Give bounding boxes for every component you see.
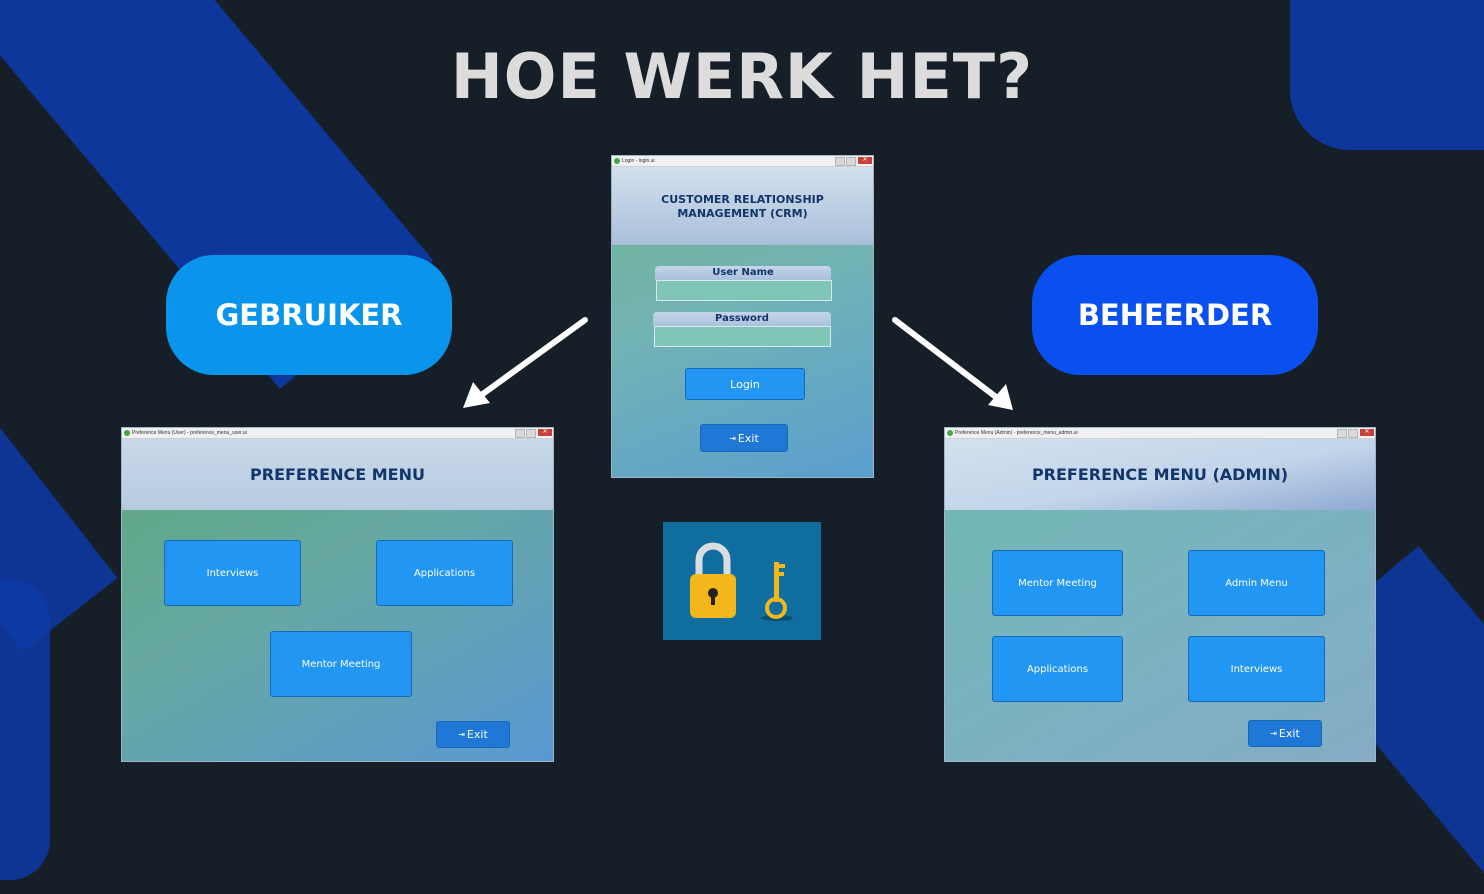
admin-applications-button[interactable]: Applications (992, 636, 1123, 702)
key-shaft (774, 562, 779, 602)
key-tooth-2 (779, 572, 784, 576)
close-button[interactable]: ✕ (858, 157, 872, 164)
login-header: CUSTOMER RELATIONSHIP MANAGEMENT (CRM) (612, 167, 873, 245)
minimize-button[interactable] (835, 157, 845, 166)
user-header: PREFERENCE MENU (122, 439, 553, 510)
arrow-right-head (988, 384, 1013, 410)
exit-icon: ⇥ (729, 433, 736, 443)
login-exit-button[interactable]: ⇥ Exit (700, 424, 788, 452)
login-header-text: CUSTOMER RELATIONSHIP MANAGEMENT (CRM) (661, 193, 824, 220)
admin-titlebar: Preference Menu (Admin) - preference_men… (945, 428, 1375, 439)
exit-icon: ⇥ (1270, 729, 1277, 738)
padlock-shackle (695, 542, 731, 576)
user-mentor-meeting-button[interactable]: Mentor Meeting (270, 631, 412, 697)
user-interviews-button[interactable]: Interviews (164, 540, 301, 606)
arrow-left-shaft (477, 317, 588, 399)
user-exit-label: Exit (466, 728, 488, 741)
password-label: Password (653, 312, 831, 326)
admin-interviews-button[interactable]: Interviews (1188, 636, 1325, 702)
admin-menu-button[interactable]: Admin Menu (1188, 550, 1325, 616)
lock-key-tile (663, 522, 821, 640)
login-button[interactable]: Login (685, 368, 805, 400)
admin-pill: BEHEERDER (1032, 255, 1318, 375)
admin-header: PREFERENCE MENU (ADMIN) (945, 439, 1375, 510)
slide-title: HOE WERK HET? (450, 40, 1034, 113)
padlock-icon (690, 542, 736, 618)
user-pill: GEBRUIKER (166, 255, 452, 375)
login-window: Login - login.ui ✕ CUSTOMER RELATIONSHIP… (611, 155, 874, 478)
arrow-right-shaft (892, 317, 999, 400)
login-exit-label: Exit (737, 431, 759, 445)
padlock-keyhole-slot (711, 595, 715, 605)
maximize-button[interactable] (1348, 429, 1358, 438)
admin-exit-label: Exit (1278, 727, 1300, 740)
app-icon (947, 430, 953, 436)
user-titlebar-text: Preference Menu (User) - preference_menu… (132, 430, 247, 436)
key-icon (761, 562, 793, 621)
exit-icon: ⇥ (458, 730, 465, 739)
minimize-button[interactable] (515, 429, 525, 438)
user-exit-button[interactable]: ⇥ Exit (436, 721, 510, 748)
admin-header-text: PREFERENCE MENU (ADMIN) (1031, 465, 1289, 484)
admin-preference-window: Preference Menu (Admin) - preference_men… (944, 427, 1376, 762)
app-icon (124, 430, 130, 436)
background-stripe-left (0, 168, 118, 652)
close-button[interactable]: ✕ (538, 429, 552, 436)
app-icon (614, 158, 620, 164)
minimize-button[interactable] (1337, 429, 1347, 438)
admin-mentor-meeting-button[interactable]: Mentor Meeting (992, 550, 1123, 616)
arrow-left-head (463, 382, 490, 408)
admin-exit-button[interactable]: ⇥ Exit (1248, 720, 1322, 747)
maximize-button[interactable] (846, 157, 856, 166)
user-header-text: PREFERENCE MENU (250, 465, 425, 484)
user-titlebar: Preference Menu (User) - preference_menu… (122, 428, 553, 439)
admin-titlebar-text: Preference Menu (Admin) - preference_men… (955, 430, 1078, 436)
user-preference-window: Preference Menu (User) - preference_menu… (121, 427, 554, 762)
maximize-button[interactable] (526, 429, 536, 438)
username-label: User Name (655, 266, 831, 280)
user-applications-button[interactable]: Applications (376, 540, 513, 606)
password-field[interactable] (654, 326, 831, 347)
close-button[interactable]: ✕ (1360, 429, 1374, 436)
key-tooth-1 (779, 564, 785, 568)
login-titlebar-text: Login - login.ui (622, 158, 655, 164)
login-titlebar: Login - login.ui ✕ (612, 156, 873, 167)
username-field[interactable] (656, 280, 832, 301)
background-stripe-bottom-left (0, 580, 50, 880)
